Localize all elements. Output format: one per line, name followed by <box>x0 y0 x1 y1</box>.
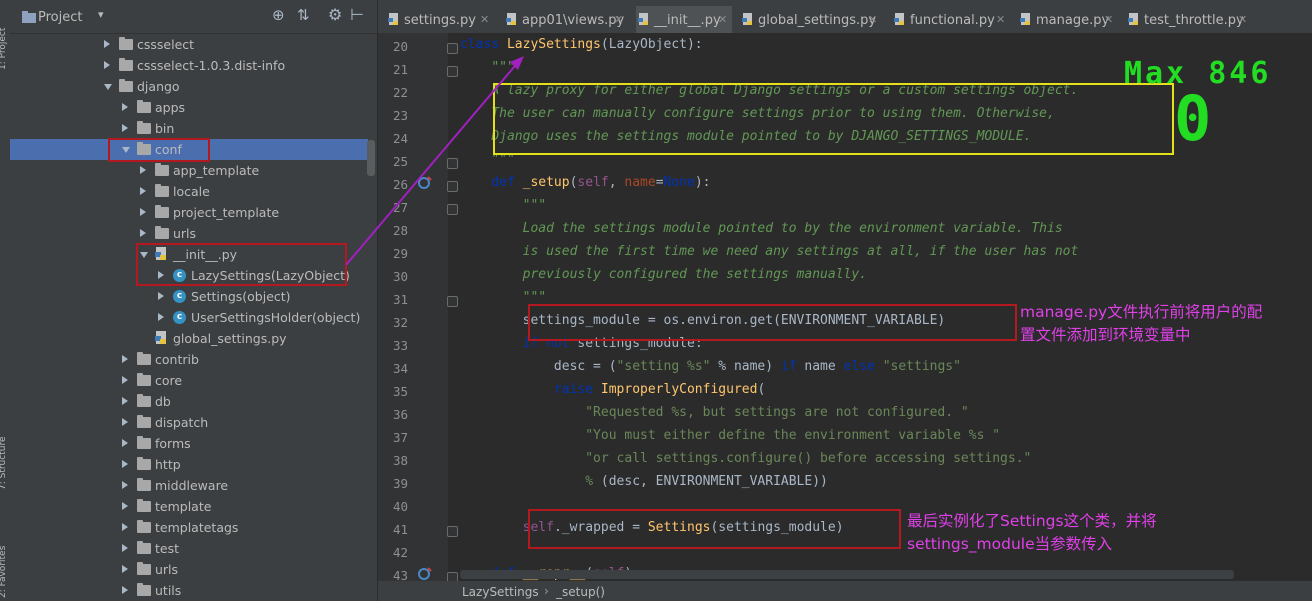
breadcrumb: LazySettings › _setup() <box>378 581 1312 601</box>
breadcrumb-method[interactable]: _setup() <box>556 585 605 599</box>
annotation-note-1-line-2: 置文件添加到环境变量中 <box>1020 326 1191 344</box>
editor-hscrollbar[interactable] <box>460 570 1234 579</box>
annotation-note-2-line-2: settings_module当参数传入 <box>907 535 1113 553</box>
big-counter-overlay: 0 <box>1174 82 1212 155</box>
breadcrumb-class[interactable]: LazySettings <box>462 585 539 599</box>
breadcrumb-separator: › <box>544 584 549 598</box>
annotation-note-2-line-1: 最后实例化了Settings这个类，并将 <box>907 512 1157 530</box>
annotation-note-1-line-1: manage.py文件执行前将用户的配 <box>1020 303 1263 321</box>
